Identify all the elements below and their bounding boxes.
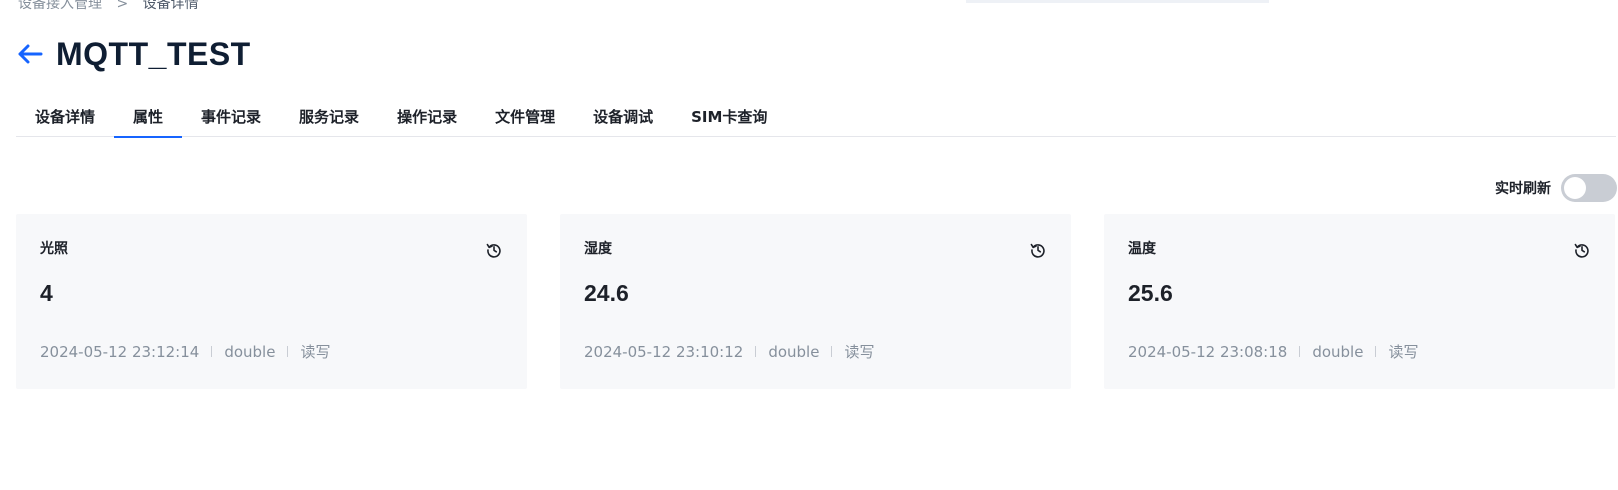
property-value: 4 (40, 280, 53, 306)
tab-properties[interactable]: 属性 (114, 97, 183, 138)
property-access: 读写 (300, 343, 331, 361)
property-timestamp: 2024-05-12 23:10:12 (584, 342, 744, 361)
property-card-temperature: 温度 25.6 2024-05-12 23:08:18 double 读写 (1104, 214, 1615, 389)
property-cards: 光照 4 2024-05-12 23:12:14 double 读写 湿度 24… (16, 214, 1615, 389)
page-title: MQTT_TEST (56, 35, 251, 72)
top-search-bar-edge (966, 0, 1269, 3)
history-icon[interactable] (1573, 241, 1591, 259)
property-type: double (224, 342, 276, 361)
property-meta: 2024-05-12 23:10:12 double 读写 (584, 341, 874, 362)
tab-device-details[interactable]: 设备详情 (16, 97, 114, 137)
property-access: 读写 (1388, 343, 1419, 361)
property-meta: 2024-05-12 23:08:18 double 读写 (1128, 341, 1418, 362)
property-card-light: 光照 4 2024-05-12 23:12:14 double 读写 (16, 214, 527, 389)
tab-file-management[interactable]: 文件管理 (476, 97, 574, 137)
property-access: 读写 (844, 343, 875, 361)
tab-event-records[interactable]: 事件记录 (182, 97, 280, 137)
property-meta: 2024-05-12 23:12:14 double 读写 (40, 341, 330, 362)
property-type: double (768, 342, 820, 361)
property-value: 25.6 (1128, 280, 1173, 306)
meta-divider (831, 346, 833, 357)
realtime-refresh-label: 实时刷新 (1495, 181, 1551, 197)
meta-divider (755, 346, 757, 357)
toggle-knob (1564, 177, 1586, 199)
property-value: 24.6 (584, 280, 629, 306)
tab-sim-query[interactable]: SIM卡查询 (672, 97, 786, 137)
breadcrumb-parent[interactable]: 设备接入管理 (18, 0, 102, 12)
property-name: 温度 (1128, 241, 1156, 257)
property-timestamp: 2024-05-12 23:12:14 (40, 342, 200, 361)
realtime-refresh: 实时刷新 (1495, 174, 1617, 202)
breadcrumb: 设备接入管理 > 设备详情 (18, 0, 199, 13)
tab-service-records[interactable]: 服务记录 (280, 97, 378, 137)
property-type: double (1312, 342, 1364, 361)
tab-bar: 设备详情 属性 事件记录 服务记录 操作记录 文件管理 设备调试 SIM卡查询 (16, 97, 1616, 138)
property-timestamp: 2024-05-12 23:08:18 (1128, 342, 1288, 361)
page-header: MQTT_TEST (16, 34, 251, 74)
property-name: 光照 (40, 241, 68, 257)
history-icon[interactable] (1029, 241, 1047, 259)
tab-device-debug[interactable]: 设备调试 (574, 97, 672, 137)
arrow-left-icon[interactable] (16, 40, 44, 68)
meta-divider (1375, 346, 1377, 357)
meta-divider (1299, 346, 1301, 357)
history-icon[interactable] (485, 241, 503, 259)
breadcrumb-separator: > (116, 0, 129, 12)
property-name: 湿度 (584, 241, 612, 257)
breadcrumb-current: 设备详情 (142, 0, 199, 12)
meta-divider (211, 346, 213, 357)
meta-divider (287, 346, 289, 357)
property-card-humidity: 湿度 24.6 2024-05-12 23:10:12 double 读写 (560, 214, 1071, 389)
realtime-refresh-toggle[interactable] (1561, 174, 1617, 202)
tab-operation-records[interactable]: 操作记录 (378, 97, 476, 137)
